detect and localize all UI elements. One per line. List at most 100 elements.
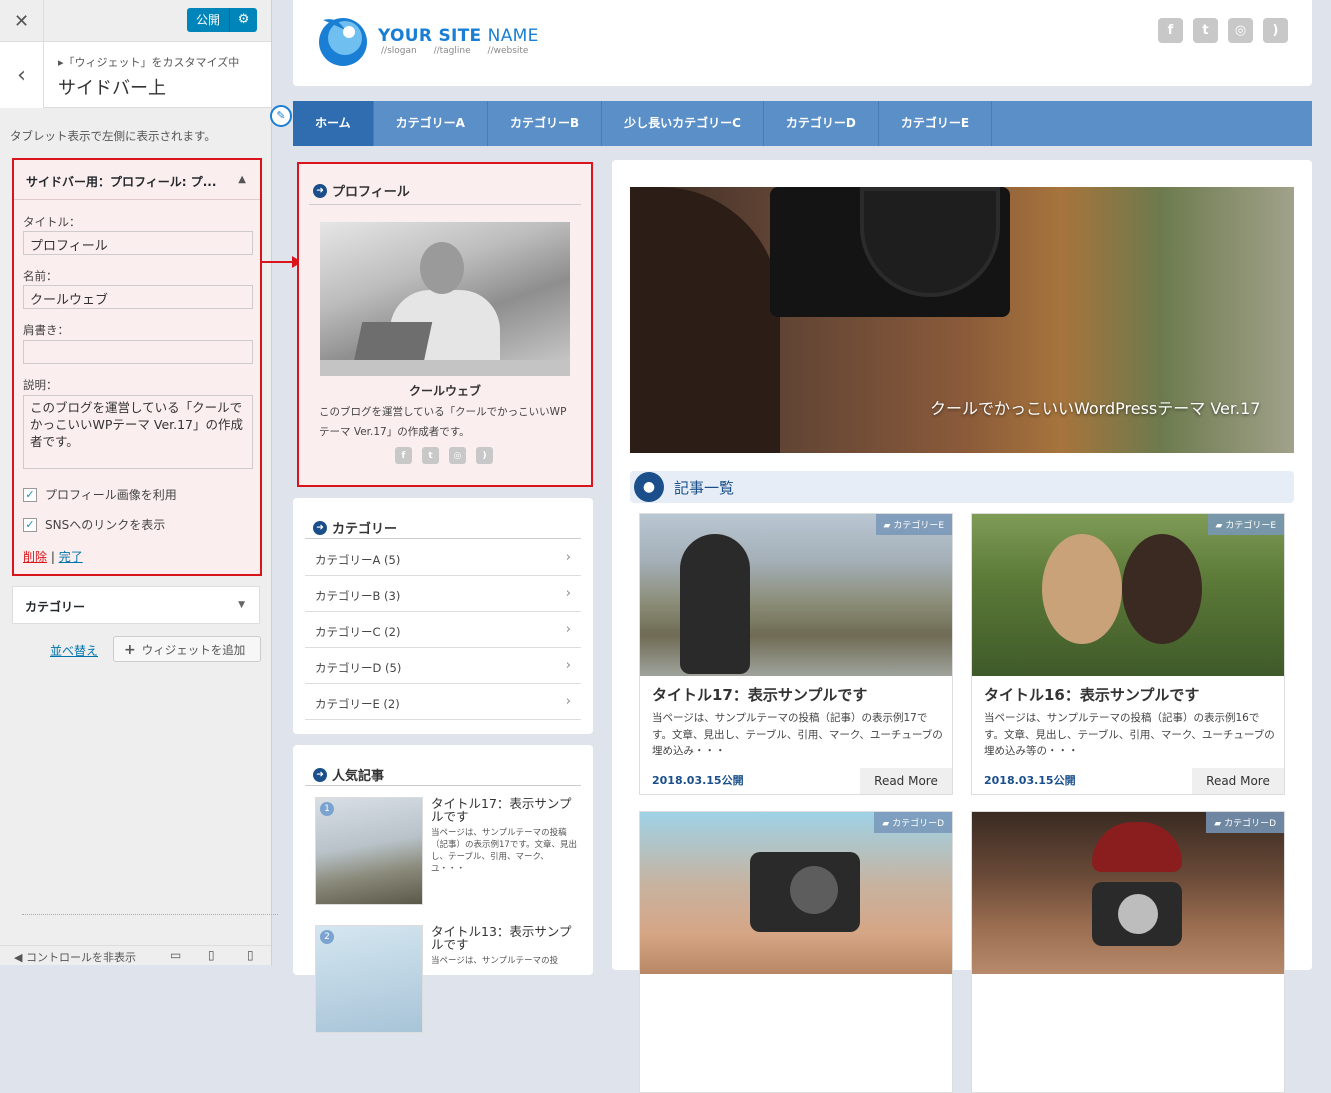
post-thumbnail[interactable] bbox=[972, 514, 1284, 676]
divider bbox=[309, 204, 581, 205]
expand-arrow-icon[interactable]: ▼ bbox=[238, 600, 245, 610]
nav-item-category-d[interactable]: カテゴリーD bbox=[764, 101, 879, 146]
reorder-link[interactable]: 並べ替え bbox=[50, 642, 98, 659]
category-badge[interactable]: ▰ カテゴリーD bbox=[1206, 812, 1284, 833]
category-item[interactable]: カテゴリーB (3) › bbox=[305, 576, 581, 612]
category-item[interactable]: カテゴリーA (5) › bbox=[305, 540, 581, 576]
photo-shape bbox=[320, 360, 570, 376]
profile-widget-title: ➜ プロフィール bbox=[313, 181, 410, 200]
tagline-website: //website bbox=[487, 46, 529, 56]
desktop-preview-icon[interactable]: ▭ bbox=[170, 948, 181, 962]
post-thumbnail[interactable] bbox=[972, 812, 1284, 974]
arrow-circle-icon: ➜ bbox=[313, 183, 327, 198]
use-profile-image-checkbox[interactable]: ✓ プロフィール画像を利用 bbox=[23, 486, 177, 503]
read-more-button[interactable]: Read More bbox=[1192, 768, 1284, 794]
checkbox-check-icon[interactable]: ✓ bbox=[23, 487, 37, 502]
divider bbox=[305, 785, 581, 786]
popular-post-excerpt: 当ページは、サンプルテーマの投稿（記事）の表示例17です。文章、見出し、テーブル… bbox=[431, 828, 577, 874]
popular-post-title[interactable]: タイトル17：表示サンプルです bbox=[431, 797, 581, 823]
chevron-right-icon: › bbox=[565, 694, 571, 709]
photo-shape bbox=[353, 322, 433, 362]
twitter-icon[interactable]: t bbox=[1193, 18, 1218, 43]
description-label: 説明： bbox=[23, 378, 58, 392]
position-label: 肩書き： bbox=[23, 323, 69, 337]
nav-item-category-e[interactable]: カテゴリーE bbox=[879, 101, 993, 146]
photo-shape bbox=[1092, 822, 1182, 872]
close-icon[interactable]: ✕ bbox=[0, 0, 44, 42]
done-link[interactable]: 完了 bbox=[59, 550, 83, 564]
section-heading: ● 記事一覧 bbox=[630, 471, 1294, 503]
widget-actions: 削除 | 完了 bbox=[23, 548, 83, 565]
rss-icon[interactable]: ) bbox=[476, 447, 493, 464]
instagram-icon[interactable]: ◎ bbox=[449, 447, 466, 464]
divider bbox=[305, 538, 581, 539]
hero-image[interactable]: クールでかっこいいWordPressテーマ Ver.17 bbox=[630, 187, 1294, 453]
publish-button[interactable]: 公開 bbox=[187, 8, 230, 32]
facebook-icon[interactable]: f bbox=[1158, 18, 1183, 43]
read-more-button[interactable]: Read More bbox=[860, 768, 952, 794]
show-sns-links-checkbox[interactable]: ✓ SNSへのリンクを表示 bbox=[23, 516, 165, 533]
site-logo-icon[interactable] bbox=[315, 12, 371, 68]
hide-controls-button[interactable]: ◀ コントロールを非表示 bbox=[14, 949, 136, 965]
post-title[interactable]: タイトル16：表示サンプルです bbox=[984, 684, 1199, 705]
post-card[interactable]: ▰ カテゴリーD bbox=[639, 811, 953, 1093]
popular-title-text: 人気記事 bbox=[332, 769, 385, 784]
post-card[interactable]: ▰ カテゴリーE タイトル17：表示サンプルです 当ページは、サンプルテーマの投… bbox=[639, 513, 953, 795]
rss-icon[interactable]: ) bbox=[1263, 18, 1288, 43]
nav-item-category-a[interactable]: カテゴリーA bbox=[374, 101, 488, 146]
name-field[interactable]: クールウェブ bbox=[23, 285, 253, 309]
popular-post-item[interactable]: 1 タイトル17：表示サンプルです 当ページは、サンプルテーマの投稿（記事）の表… bbox=[315, 797, 581, 917]
tablet-preview-icon[interactable]: ▯ bbox=[208, 948, 215, 962]
add-widget-label: ウィジェットを追加 bbox=[141, 643, 246, 657]
categories-widget-preview: ➜ カテゴリー カテゴリーA (5) › カテゴリーB (3) › カテゴリーC (2… bbox=[293, 498, 593, 734]
checkbox-check-icon[interactable]: ✓ bbox=[23, 517, 37, 532]
post-card[interactable]: ▰ カテゴリーE タイトル16：表示サンプルです 当ページは、サンプルテーマの投… bbox=[971, 513, 1285, 795]
back-chevron-icon[interactable]: ‹ bbox=[0, 42, 44, 108]
main-content: クールでかっこいいWordPressテーマ Ver.17 ● 記事一覧 ▰ カテ… bbox=[612, 160, 1312, 1093]
category-item-label: カテゴリーB (3) bbox=[315, 589, 401, 603]
category-widget[interactable]: カテゴリー ▼ bbox=[12, 586, 260, 624]
post-thumbnail[interactable] bbox=[640, 812, 952, 974]
instagram-icon[interactable]: ◎ bbox=[1228, 18, 1253, 43]
nav-item-category-c[interactable]: 少し長いカテゴリーC bbox=[602, 101, 764, 146]
global-nav: ✎ ホーム カテゴリーA カテゴリーB 少し長いカテゴリーC カテゴリーD カテ… bbox=[270, 101, 1312, 146]
facebook-icon[interactable]: f bbox=[395, 447, 412, 464]
site-name[interactable]: YOUR SITE NAME bbox=[378, 26, 539, 46]
category-badge[interactable]: ▰ カテゴリーE bbox=[875, 514, 952, 535]
nav-item-category-b[interactable]: カテゴリーB bbox=[488, 101, 603, 146]
nav-item-home[interactable]: ホーム bbox=[293, 101, 374, 146]
add-widget-button[interactable]: + ウィジェットを追加 bbox=[113, 636, 261, 662]
post-title[interactable]: タイトル17：表示サンプルです bbox=[652, 684, 867, 705]
title-field[interactable]: プロフィール bbox=[23, 231, 253, 255]
gear-icon[interactable]: ⚙ bbox=[229, 8, 258, 32]
popular-post-thumbnail[interactable]: 1 bbox=[315, 797, 423, 905]
section-title: 記事一覧 bbox=[674, 478, 735, 497]
site-header: YOUR SITE NAME //slogan //tagline //webs… bbox=[293, 0, 1312, 86]
category-item[interactable]: カテゴリーE (2) › bbox=[305, 684, 581, 720]
header-sns-links: f t ◎ ) bbox=[1158, 18, 1288, 43]
collapse-arrow-icon[interactable]: ▲ bbox=[238, 174, 246, 185]
delete-link[interactable]: 削除 bbox=[23, 550, 47, 564]
chevron-right-icon: › bbox=[565, 622, 571, 637]
position-field[interactable] bbox=[23, 340, 253, 364]
category-item[interactable]: カテゴリーC (2) › bbox=[305, 612, 581, 648]
category-badge[interactable]: ▰ カテゴリーD bbox=[874, 812, 952, 833]
popular-post-title[interactable]: タイトル13：表示サンプルです bbox=[431, 925, 581, 951]
post-thumbnail[interactable] bbox=[640, 514, 952, 676]
mobile-preview-icon[interactable]: ▯ bbox=[247, 948, 254, 962]
category-badge-label: カテゴリーD bbox=[892, 819, 944, 829]
edit-pencil-icon[interactable]: ✎ bbox=[270, 105, 292, 127]
category-item-label: カテゴリーA (5) bbox=[315, 553, 401, 567]
category-badge-label: カテゴリーD bbox=[1224, 819, 1276, 829]
title-label: タイトル： bbox=[23, 215, 81, 229]
description-textarea[interactable]: このブログを運営している「クールでかっこいいWPテーマ Ver.17」の作成者で… bbox=[23, 395, 253, 469]
category-list: カテゴリーA (5) › カテゴリーB (3) › カテゴリーC (2) › カテゴリ… bbox=[305, 540, 581, 720]
twitter-icon[interactable]: t bbox=[422, 447, 439, 464]
category-item-label: カテゴリーC (2) bbox=[315, 625, 401, 639]
category-badge[interactable]: ▰ カテゴリーE bbox=[1207, 514, 1284, 535]
category-item[interactable]: カテゴリーD (5) › bbox=[305, 648, 581, 684]
popular-post-thumbnail[interactable]: 2 bbox=[315, 925, 423, 1033]
popular-post-item[interactable]: 2 タイトル13：表示サンプルです 当ページは、サンプルテーマの投 bbox=[315, 925, 581, 1045]
widget-header[interactable]: サイドバー用：プロフィール: プ... ▲ bbox=[14, 160, 260, 200]
post-card[interactable]: ▰ カテゴリーD bbox=[971, 811, 1285, 1093]
